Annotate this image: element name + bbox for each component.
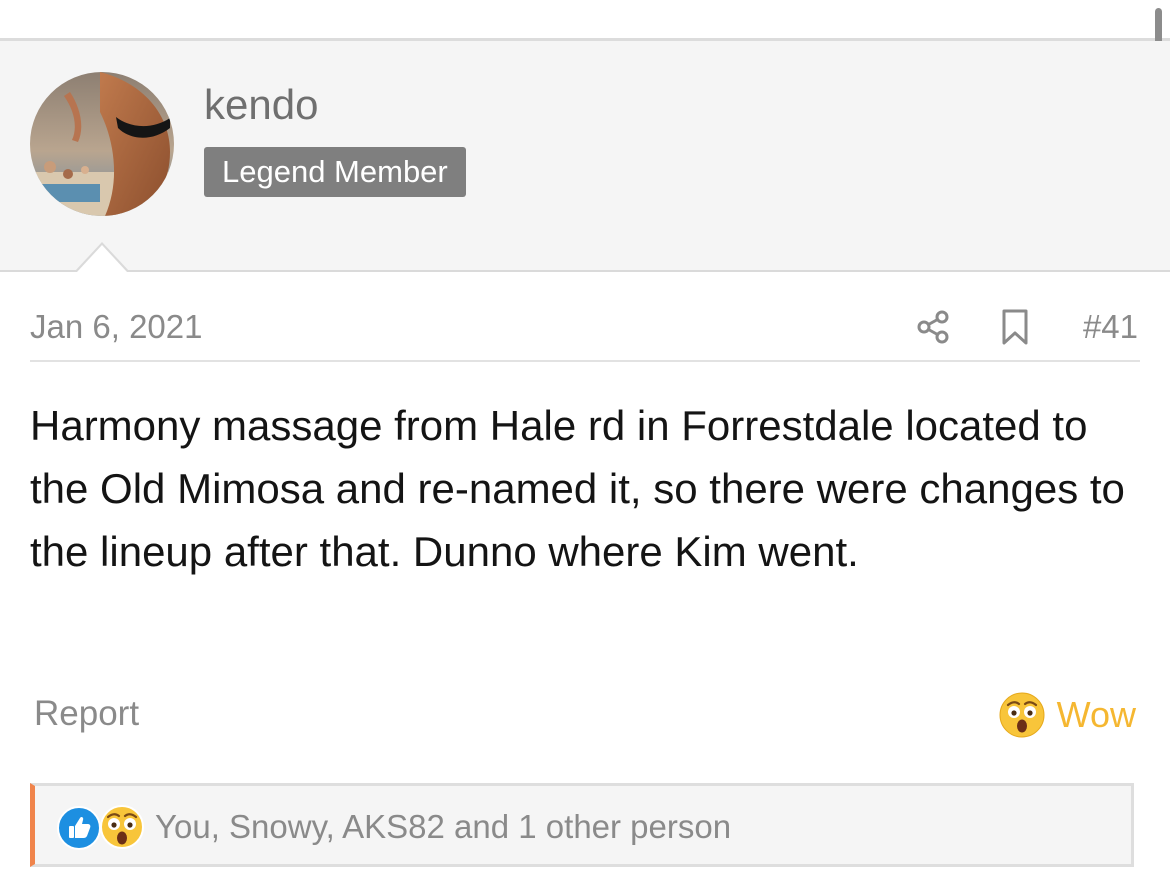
post-date[interactable]: Jan 6, 2021: [30, 308, 202, 346]
bookmark-icon[interactable]: [998, 308, 1032, 346]
username[interactable]: kendo: [204, 81, 318, 129]
user-header: kendo Legend Member: [0, 41, 1170, 272]
thumbs-up-icon: [69, 816, 91, 838]
top-strip: [0, 0, 1170, 20]
user-title-badge: Legend Member: [204, 147, 466, 197]
wow-icon-small: [100, 805, 144, 849]
reactions-summary[interactable]: You, Snowy, AKS82 and 1 other person: [30, 783, 1134, 867]
reaction-button[interactable]: Wow: [999, 690, 1136, 740]
post-meta-row: Jan 6, 2021 #41: [30, 300, 1140, 362]
user-arrow: [75, 242, 129, 272]
post-page: kendo Legend Member Jan 6, 2021 #41 Harm…: [0, 0, 1170, 896]
like-icon: [57, 806, 101, 850]
avatar-image: [30, 72, 174, 216]
avatar[interactable]: [30, 72, 174, 216]
wow-icon: [999, 692, 1045, 738]
reaction-label: Wow: [1056, 694, 1136, 735]
post-body: Harmony massage from Hale rd in Forrestd…: [30, 402, 1125, 575]
post-number[interactable]: #41: [1083, 308, 1138, 346]
report-link[interactable]: Report: [34, 694, 139, 734]
reaction-summary-text[interactable]: You, Snowy, AKS82 and 1 other person: [155, 808, 731, 846]
share-icon[interactable]: [916, 309, 952, 345]
